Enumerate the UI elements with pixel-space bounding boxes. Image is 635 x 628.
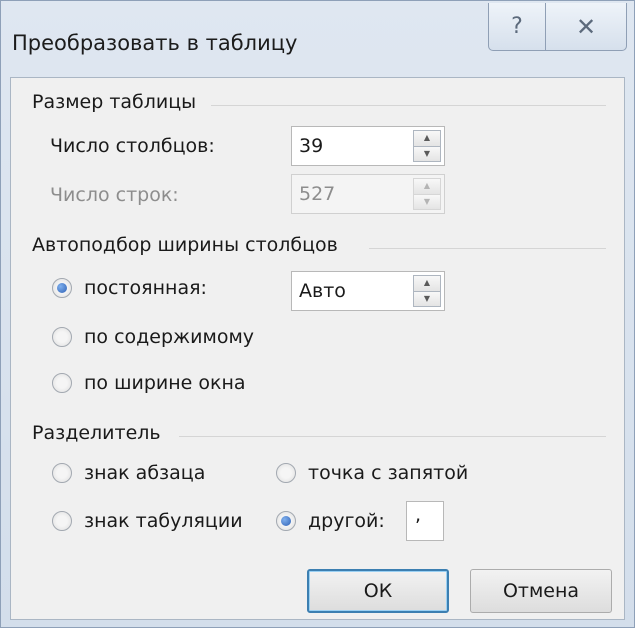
fixed-width-value[interactable]: Авто — [299, 280, 346, 302]
convert-to-table-dialog: Преобразовать в таблицу ? ✕ Размер табли… — [0, 0, 635, 628]
radio-autofit-contents[interactable]: по содержимому — [52, 326, 254, 348]
ok-button[interactable]: ОК — [307, 569, 449, 613]
autofit-divider — [369, 248, 606, 249]
radio-semicolon-dot[interactable] — [276, 463, 296, 483]
radio-fixed-width[interactable]: постоянная: — [52, 277, 207, 299]
columns-value[interactable]: 39 — [299, 135, 323, 157]
radio-autofit-window-dot[interactable] — [52, 373, 72, 393]
radio-semicolon[interactable]: точка с запятой — [276, 462, 468, 484]
radio-autofit-window[interactable]: по ширине окна — [52, 372, 246, 394]
radio-autofit-window-label: по ширине окна — [84, 372, 246, 394]
columns-label: Число столбцов: — [50, 135, 215, 157]
radio-fixed-width-label: постоянная: — [84, 277, 207, 299]
columns-down-arrow-icon[interactable]: ▼ — [413, 146, 441, 162]
close-button[interactable]: ✕ — [545, 3, 627, 51]
radio-autofit-contents-dot[interactable] — [52, 327, 72, 347]
title-bar[interactable]: Преобразовать в таблицу ? ✕ — [1, 1, 634, 77]
help-icon: ? — [511, 14, 523, 39]
close-icon: ✕ — [575, 12, 597, 41]
dialog-title: Преобразовать в таблицу — [12, 31, 298, 55]
radio-paragraph-mark-label: знак абзаца — [84, 462, 206, 484]
rows-value: 527 — [299, 183, 336, 205]
fixed-width-down-arrow-icon[interactable]: ▼ — [413, 291, 441, 307]
separator-group-title: Разделитель — [32, 422, 161, 444]
help-button[interactable]: ? — [488, 3, 546, 51]
rows-spinner: 527 ▲ ▼ — [291, 174, 445, 214]
dialog-body: Размер таблицы Число столбцов: 39 ▲ ▼ Чи… — [10, 77, 625, 620]
fixed-width-spinner[interactable]: Авто ▲ ▼ — [291, 271, 445, 311]
autofit-group-title: Автоподбор ширины столбцов — [32, 234, 338, 256]
radio-fixed-width-dot[interactable] — [52, 278, 72, 298]
table-size-group-title: Размер таблицы — [32, 91, 197, 113]
separator-divider — [179, 436, 606, 437]
radio-other-label: другой: — [308, 510, 385, 532]
radio-other-dot[interactable] — [276, 511, 296, 531]
radio-tab-label: знак табуляции — [84, 510, 243, 532]
radio-autofit-contents-label: по содержимому — [84, 326, 255, 348]
fixed-width-up-arrow-icon[interactable]: ▲ — [413, 275, 441, 292]
radio-semicolon-label: точка с запятой — [308, 462, 469, 484]
rows-up-arrow-icon: ▲ — [413, 178, 441, 195]
columns-spinner[interactable]: 39 ▲ ▼ — [291, 126, 445, 166]
radio-tab[interactable]: знак табуляции — [52, 510, 243, 532]
rows-down-arrow-icon: ▼ — [413, 194, 441, 210]
radio-tab-dot[interactable] — [52, 511, 72, 531]
radio-paragraph-mark-dot[interactable] — [52, 463, 72, 483]
rows-label: Число строк: — [50, 184, 179, 206]
table-size-divider — [211, 105, 606, 106]
radio-other[interactable]: другой: — [276, 510, 385, 532]
radio-paragraph-mark[interactable]: знак абзаца — [52, 462, 205, 484]
columns-up-arrow-icon[interactable]: ▲ — [413, 130, 441, 147]
other-separator-input[interactable]: , — [406, 501, 444, 541]
cancel-button[interactable]: Отмена — [470, 569, 612, 613]
